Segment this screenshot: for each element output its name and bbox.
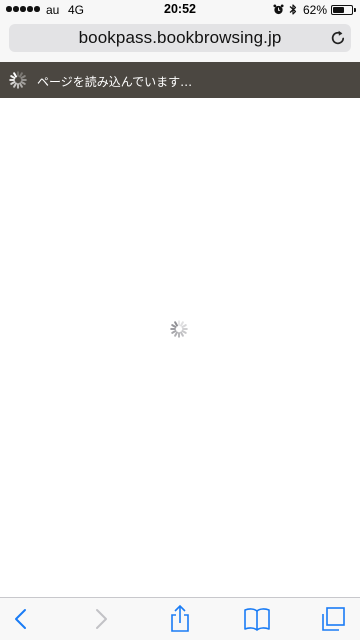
spinner-tick (174, 331, 178, 337)
spinner-tick (180, 331, 184, 337)
address-url[interactable]: bookpass.bookbrowsing.jp (9, 28, 351, 48)
browser-top-bar: au 4G 20:52 62% bookpass.bookbrowsing.jp (0, 0, 360, 62)
alarm-icon (273, 4, 284, 15)
tabs-icon[interactable] (318, 604, 348, 634)
share-icon[interactable] (165, 604, 195, 634)
spinner-tick (171, 330, 177, 334)
spinner-tick (19, 72, 23, 78)
page-content (0, 98, 360, 597)
spinner-tick (10, 81, 16, 85)
spinner-tick (20, 81, 26, 85)
battery-percent: 62% (303, 3, 328, 17)
page-loading-spinner-icon (170, 320, 188, 338)
spinner-tick (180, 321, 184, 327)
spinner-tick (20, 75, 26, 79)
loading-banner: ページを読み込んでいます… (0, 62, 360, 98)
spinner-tick (19, 82, 23, 88)
loading-spinner-icon (9, 71, 27, 89)
battery-tip (354, 8, 356, 12)
bookmarks-icon[interactable] (242, 604, 272, 634)
spinner-tick (171, 324, 177, 328)
reload-icon[interactable] (329, 29, 347, 47)
loading-message: ページを読み込んでいます… (37, 75, 193, 89)
address-bar[interactable]: bookpass.bookbrowsing.jp (9, 24, 351, 52)
back-icon[interactable] (6, 604, 36, 634)
spinner-tick (13, 72, 17, 78)
spinner-tick (181, 330, 187, 334)
status-bar: au 4G 20:52 62% (0, 0, 360, 20)
bluetooth-icon (289, 4, 297, 15)
forward-icon[interactable] (86, 604, 116, 634)
bottom-toolbar (0, 597, 360, 640)
spinner-tick (13, 82, 17, 88)
spinner-tick (10, 75, 16, 80)
spinner-tick (181, 324, 187, 328)
battery-icon (331, 5, 353, 15)
spinner-tick (174, 321, 178, 327)
